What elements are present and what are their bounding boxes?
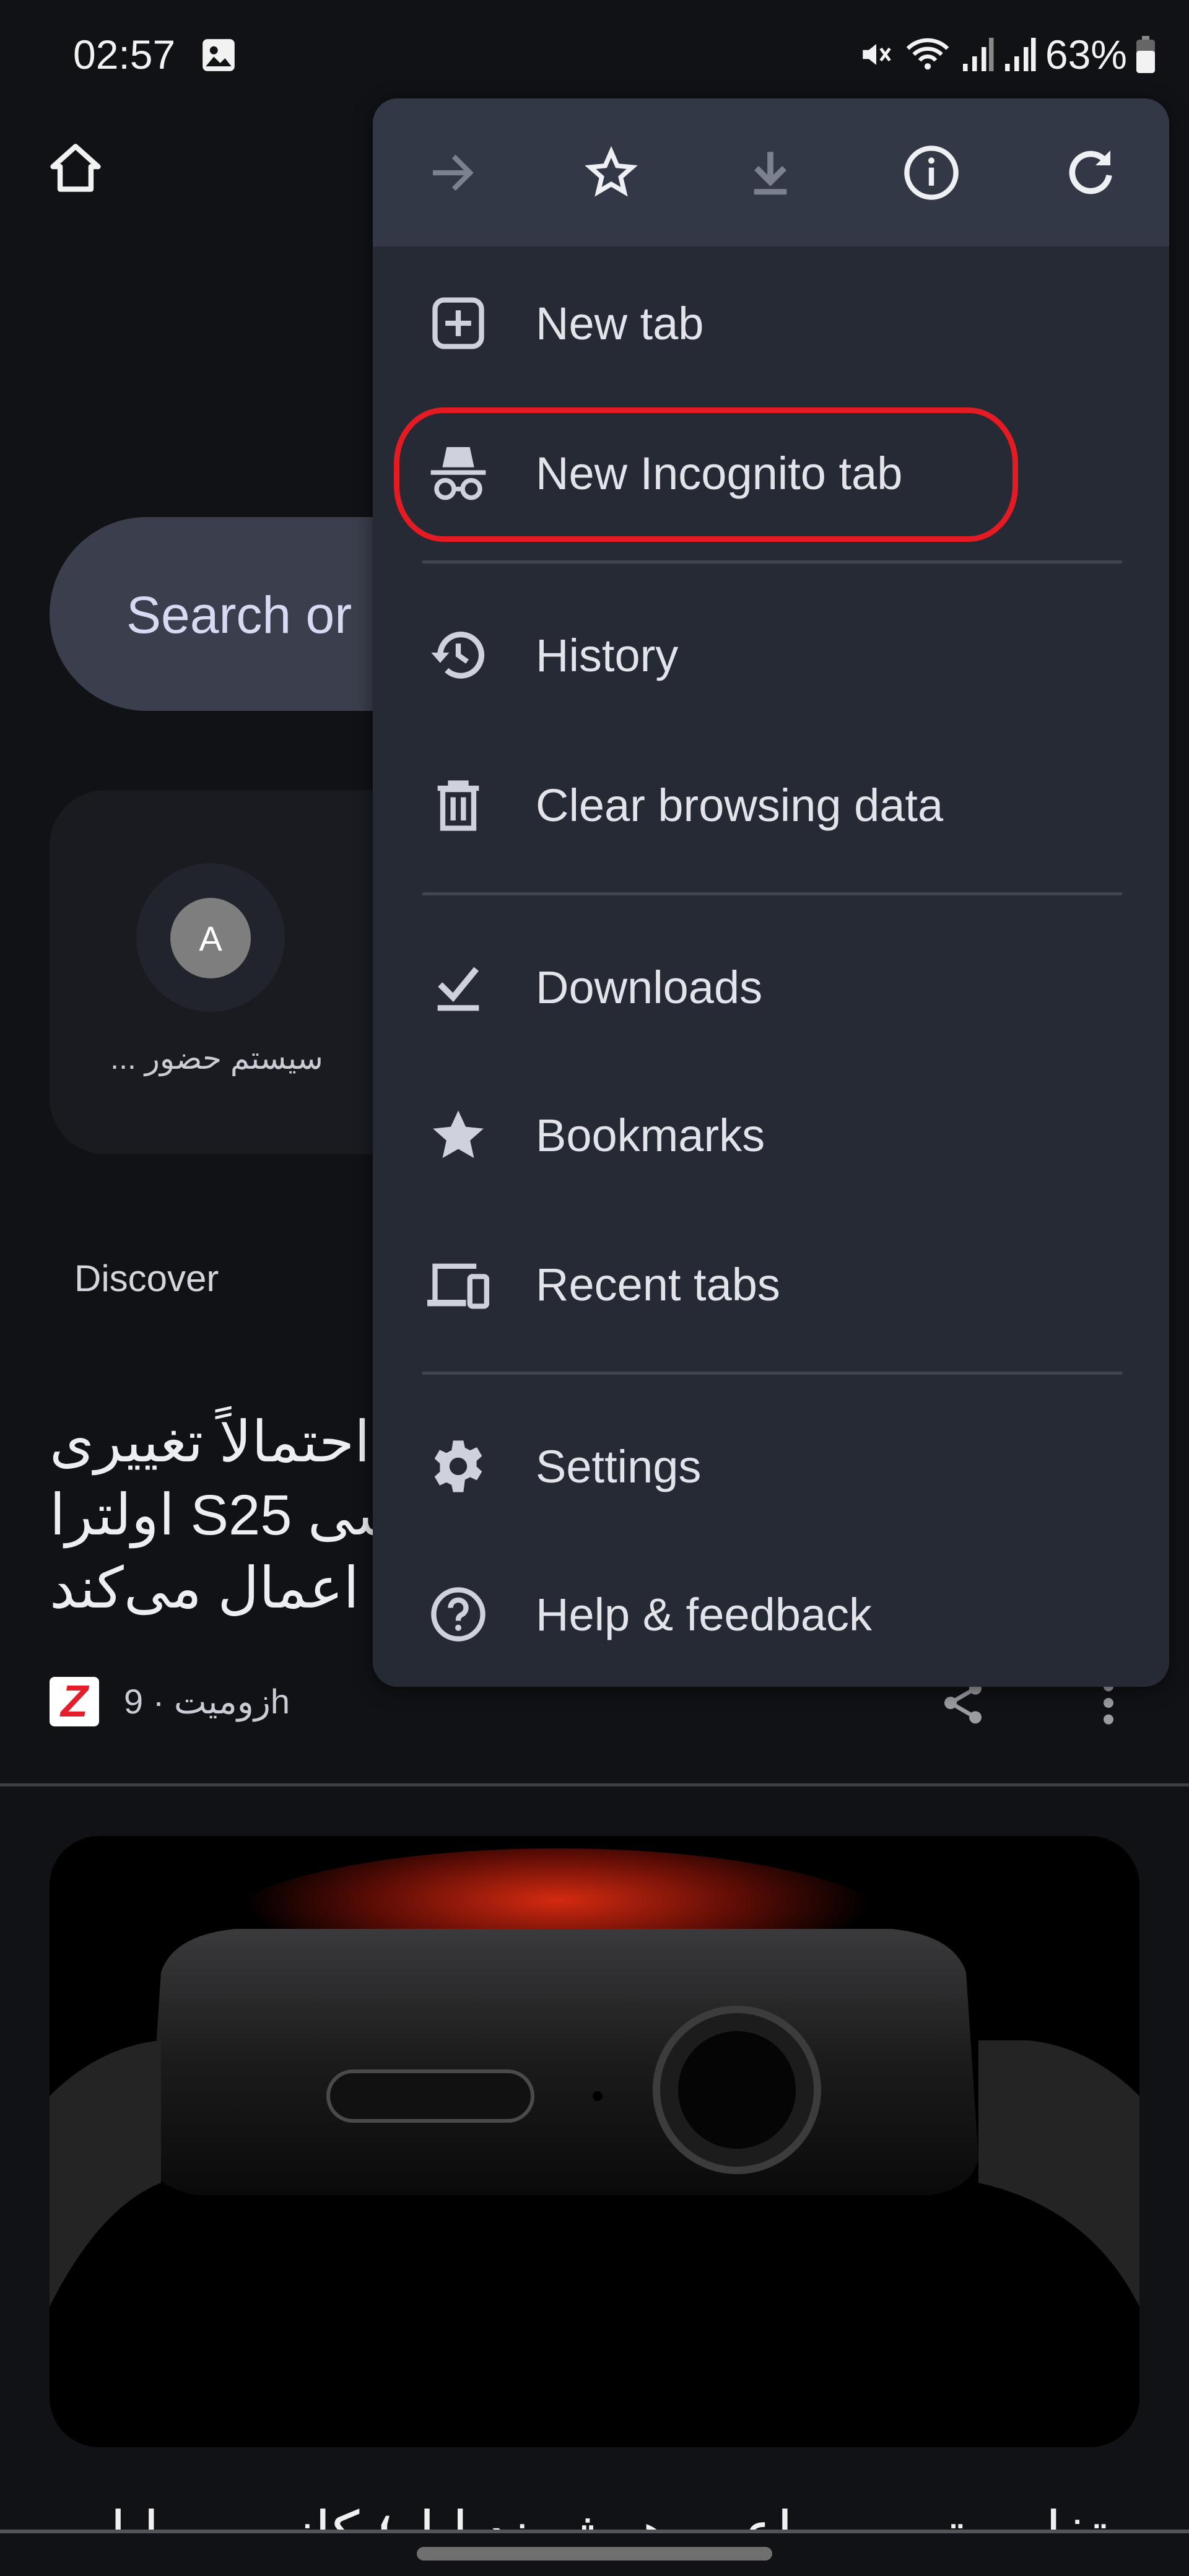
menu-item-label: Recent tabs xyxy=(536,1258,780,1310)
smartwatch-image xyxy=(50,1848,1139,2307)
signal-icon xyxy=(1004,38,1036,71)
bookmark-star-icon xyxy=(585,146,638,197)
star-icon xyxy=(433,1110,484,1159)
menu-divider xyxy=(422,560,1122,564)
refresh-button[interactable] xyxy=(1058,141,1123,205)
downloads-icon xyxy=(437,967,479,1011)
next-article-title[interactable]: متفاوت‌ترین ساعت هوشمند اپل؛ کانسپت اپل … xyxy=(50,2496,1139,2531)
menu-item-bookmarks[interactable]: Bookmarks xyxy=(373,1073,1169,1197)
shortcut-avatar[interactable]: A xyxy=(170,898,251,978)
battery-percent: 63% xyxy=(1045,32,1127,77)
battery-icon xyxy=(1136,36,1155,73)
forward-button[interactable] xyxy=(419,141,484,205)
info-icon xyxy=(904,146,959,200)
source-name: زومیت xyxy=(173,1682,271,1721)
gear-icon xyxy=(434,1440,482,1492)
menu-item-label: New tab xyxy=(536,297,704,349)
refresh-icon xyxy=(1069,150,1112,194)
menu-item-recent-tabs[interactable]: Recent tabs xyxy=(373,1222,1169,1346)
home-icon[interactable] xyxy=(47,139,104,196)
menu-item-new-tab[interactable]: New tab xyxy=(373,261,1169,385)
status-time: 02:57 xyxy=(73,32,176,77)
menu-item-label: Bookmarks xyxy=(536,1109,765,1161)
page-info-button[interactable] xyxy=(899,141,964,205)
menu-item-label: History xyxy=(536,629,679,681)
mute-icon xyxy=(863,44,891,65)
bookmark-button[interactable] xyxy=(579,141,643,205)
menu-item-label: Help & feedback xyxy=(536,1588,873,1640)
forward-icon xyxy=(433,154,474,191)
gallery-icon xyxy=(203,39,235,71)
menu-item-downloads[interactable]: Downloads xyxy=(373,925,1169,1049)
article-source: زومیت · 9h xyxy=(124,1682,290,1721)
menu-item-label: Settings xyxy=(536,1440,702,1492)
menu-divider xyxy=(422,1372,1122,1375)
menu-divider xyxy=(422,892,1122,895)
download-icon xyxy=(754,152,787,195)
menu-item-label: Downloads xyxy=(536,961,763,1013)
help-icon xyxy=(431,1587,486,1642)
download-button[interactable] xyxy=(738,141,803,205)
menu-item-history[interactable]: History xyxy=(373,593,1169,717)
new-tab-icon xyxy=(432,297,484,349)
bottom-divider xyxy=(0,2530,1189,2533)
search-placeholder: Search or xyxy=(126,586,352,644)
highlight-annotation xyxy=(394,407,1018,542)
status-icons: 63% xyxy=(858,31,1156,78)
gesture-nav-handle[interactable] xyxy=(417,2547,772,2561)
history-icon xyxy=(431,632,485,679)
signal-icon xyxy=(962,38,994,71)
menu-item-label: Clear browsing data xyxy=(536,779,944,831)
article-image[interactable] xyxy=(50,1836,1139,2447)
menu-item-clear-browsing-data[interactable]: Clear browsing data xyxy=(373,743,1169,867)
trash-icon xyxy=(437,780,479,831)
wifi-icon xyxy=(906,38,949,70)
devices-icon xyxy=(427,1263,490,1309)
feed-divider xyxy=(0,1783,1189,1786)
discover-heading: Discover xyxy=(74,1258,219,1299)
menu-toolbar xyxy=(373,98,1169,246)
browser-menu: New tab New Incognito tab History Clear … xyxy=(373,98,1169,1687)
menu-item-settings[interactable]: Settings xyxy=(373,1404,1169,1528)
source-logo: Z xyxy=(50,1677,99,1726)
menu-item-help-feedback[interactable]: Help & feedback xyxy=(373,1552,1169,1676)
shortcut-label[interactable]: سیستم حضور ... xyxy=(99,1040,334,1076)
